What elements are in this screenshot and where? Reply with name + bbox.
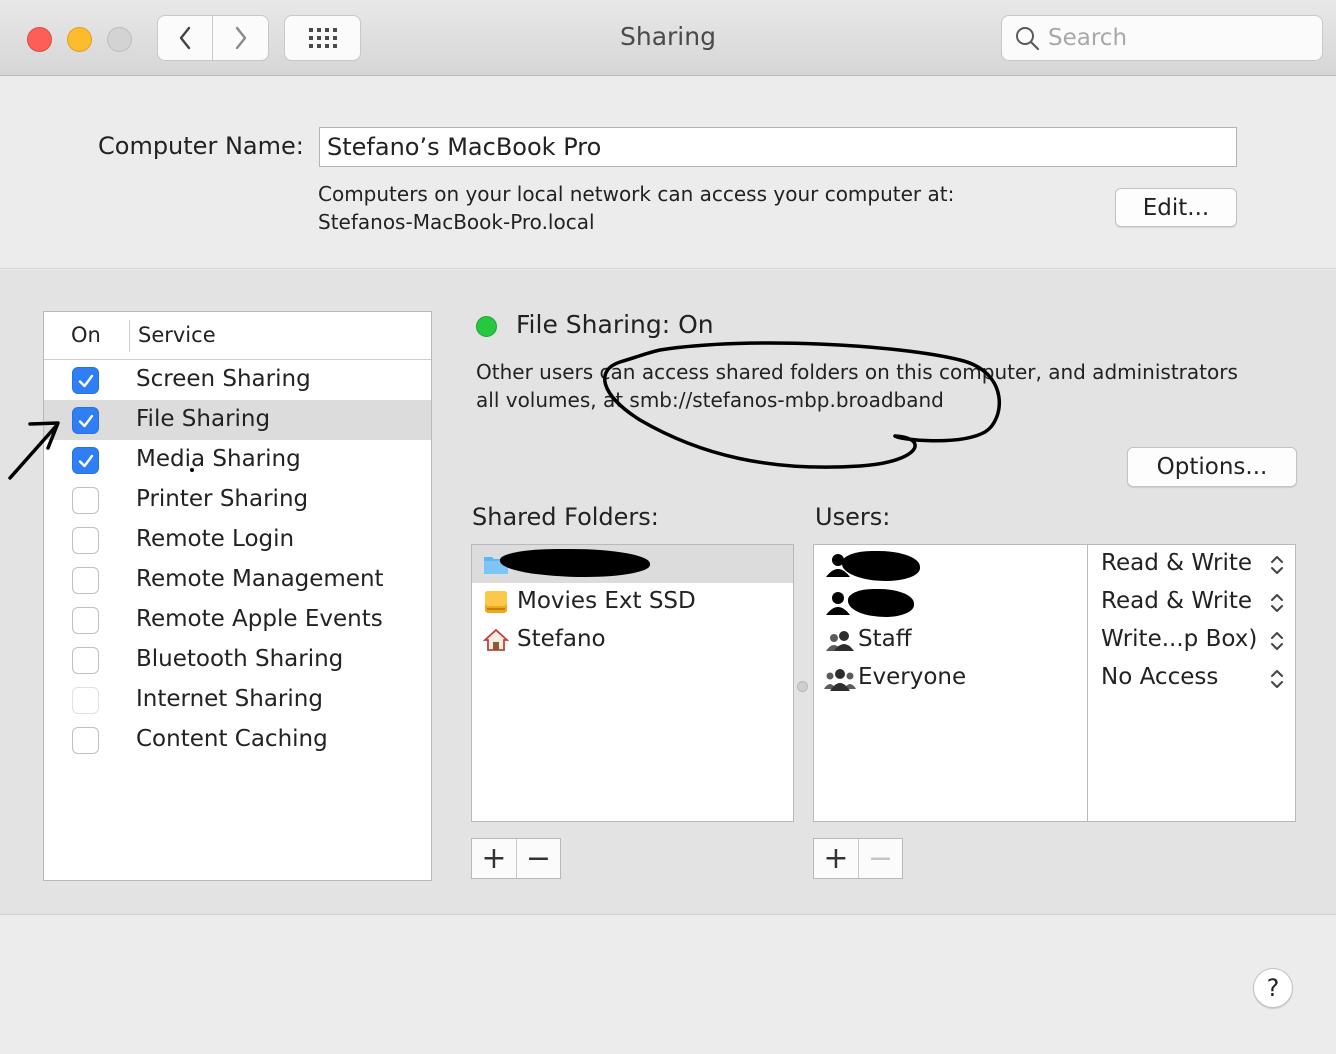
checkmark-icon: [78, 454, 93, 467]
edit-button[interactable]: Edit...: [1115, 188, 1237, 227]
service-row[interactable]: Content Caching: [44, 720, 431, 760]
user-row[interactable]: Staff: [814, 621, 1087, 659]
local-address-description: Computers on your local network can acce…: [318, 182, 955, 206]
service-checkbox[interactable]: [72, 487, 99, 514]
local-hostname: Stefanos-MacBook-Pro.local: [318, 210, 595, 234]
up-down-arrows-icon: [1271, 594, 1283, 612]
smb-address: all volumes, at smb://stefanos-mbp.broad…: [476, 388, 944, 412]
user-name: Everyone: [858, 664, 967, 690]
group-icon: [826, 631, 854, 651]
split-view-handle[interactable]: [797, 681, 808, 692]
service-checkbox[interactable]: [72, 687, 99, 714]
remove-folder-button[interactable]: −: [516, 839, 560, 878]
service-label: Screen Sharing: [136, 366, 311, 392]
footer-area: [0, 915, 1336, 1054]
search-icon: [1016, 27, 1040, 51]
everyone-icon: [824, 669, 856, 691]
service-list-header: On Service: [44, 312, 431, 360]
service-row[interactable]: Remote Apple Events: [44, 600, 431, 640]
user-row[interactable]: [814, 583, 1087, 621]
shared-folders-list[interactable]: Movies Ext SSD Stefano: [471, 544, 794, 822]
permission-value: No Access: [1101, 664, 1219, 690]
users-add-remove: + −: [813, 838, 903, 879]
search-input[interactable]: [1048, 25, 1308, 51]
shared-folder-row[interactable]: Movies Ext SSD: [472, 583, 793, 621]
service-checkbox[interactable]: [72, 727, 99, 754]
user-row[interactable]: Everyone: [814, 659, 1087, 697]
service-label: Printer Sharing: [136, 486, 309, 512]
computer-name-input[interactable]: [319, 127, 1237, 167]
service-row[interactable]: Remote Login: [44, 520, 431, 560]
remove-user-button[interactable]: −: [858, 839, 902, 878]
title-bar: Sharing: [0, 0, 1336, 76]
options-button[interactable]: Options...: [1127, 447, 1297, 487]
computer-name-section: Computer Name: Computers on your local n…: [0, 77, 1336, 269]
service-row[interactable]: Media Sharing: [44, 440, 431, 480]
help-button[interactable]: ?: [1253, 968, 1293, 1008]
permission-popup[interactable]: Read & Write: [1088, 583, 1295, 621]
shared-folders-add-remove: + −: [471, 838, 561, 879]
service-checkbox[interactable]: [72, 407, 99, 434]
shared-folder-name: Stefano: [517, 626, 606, 652]
column-header-on[interactable]: On: [71, 323, 101, 347]
computer-name-label: Computer Name:: [98, 132, 304, 160]
permission-popup[interactable]: No Access: [1088, 659, 1295, 697]
service-label: Media Sharing: [136, 446, 301, 472]
status-text: File Sharing: On: [516, 310, 714, 339]
search-field[interactable]: [1001, 15, 1323, 61]
service-checkbox[interactable]: [72, 447, 99, 474]
user-row[interactable]: [814, 545, 1087, 583]
service-row[interactable]: File Sharing: [44, 400, 431, 440]
file-sharing-description: Other users can access shared folders on…: [476, 360, 1238, 384]
up-down-arrows-icon: [1271, 632, 1283, 650]
service-checkbox[interactable]: [72, 647, 99, 674]
service-row[interactable]: Screen Sharing: [44, 360, 431, 400]
redaction-mark: [848, 589, 914, 617]
permission-popup[interactable]: Write...p Box): [1088, 621, 1295, 659]
users-list[interactable]: Staff Everyone: [813, 544, 1088, 822]
permission-popup[interactable]: Read & Write: [1088, 545, 1295, 583]
permissions-list: Read & Write Read & Write Write...p Box)…: [1087, 544, 1296, 822]
up-down-arrows-icon: [1271, 556, 1283, 574]
shared-folder-row[interactable]: Stefano: [472, 621, 793, 659]
service-label: File Sharing: [136, 406, 271, 432]
add-folder-button[interactable]: +: [472, 839, 516, 878]
service-row[interactable]: Remote Management: [44, 560, 431, 600]
sharing-panel: On Service Screen Sharing File Sharing Med…: [0, 270, 1336, 915]
checkmark-icon: [78, 374, 93, 387]
column-divider[interactable]: [129, 320, 130, 352]
service-label: Remote Apple Events: [136, 606, 383, 632]
service-row[interactable]: Internet Sharing: [44, 680, 431, 720]
home-icon: [483, 628, 509, 651]
service-checkbox[interactable]: [72, 567, 99, 594]
service-list: On Service Screen Sharing File Sharing Med…: [43, 311, 432, 881]
permission-value: Read & Write: [1101, 588, 1253, 614]
service-label: Content Caching: [136, 726, 328, 752]
add-user-button[interactable]: +: [814, 839, 858, 878]
permission-value: Write...p Box): [1101, 626, 1258, 652]
users-label: Users:: [815, 503, 891, 531]
user-name: Staff: [858, 626, 912, 652]
service-label: Remote Login: [136, 526, 295, 552]
checkmark-icon: [78, 414, 93, 427]
drive-icon: [485, 591, 507, 613]
shared-folder-row[interactable]: [472, 545, 793, 583]
service-label: Internet Sharing: [136, 686, 323, 712]
service-label: Bluetooth Sharing: [136, 646, 344, 672]
redaction-mark: [500, 549, 650, 577]
service-row[interactable]: Printer Sharing: [44, 480, 431, 520]
service-checkbox[interactable]: [72, 367, 99, 394]
column-header-service[interactable]: Service: [138, 323, 216, 347]
status-indicator: [476, 316, 497, 337]
up-down-arrows-icon: [1271, 670, 1283, 688]
shared-folder-name: Movies Ext SSD: [517, 588, 696, 614]
service-checkbox[interactable]: [72, 607, 99, 634]
permission-value: Read & Write: [1101, 550, 1253, 576]
service-checkbox[interactable]: [72, 527, 99, 554]
service-label: Remote Management: [136, 566, 384, 592]
shared-folders-label: Shared Folders:: [472, 503, 659, 531]
service-row[interactable]: Bluetooth Sharing: [44, 640, 431, 680]
